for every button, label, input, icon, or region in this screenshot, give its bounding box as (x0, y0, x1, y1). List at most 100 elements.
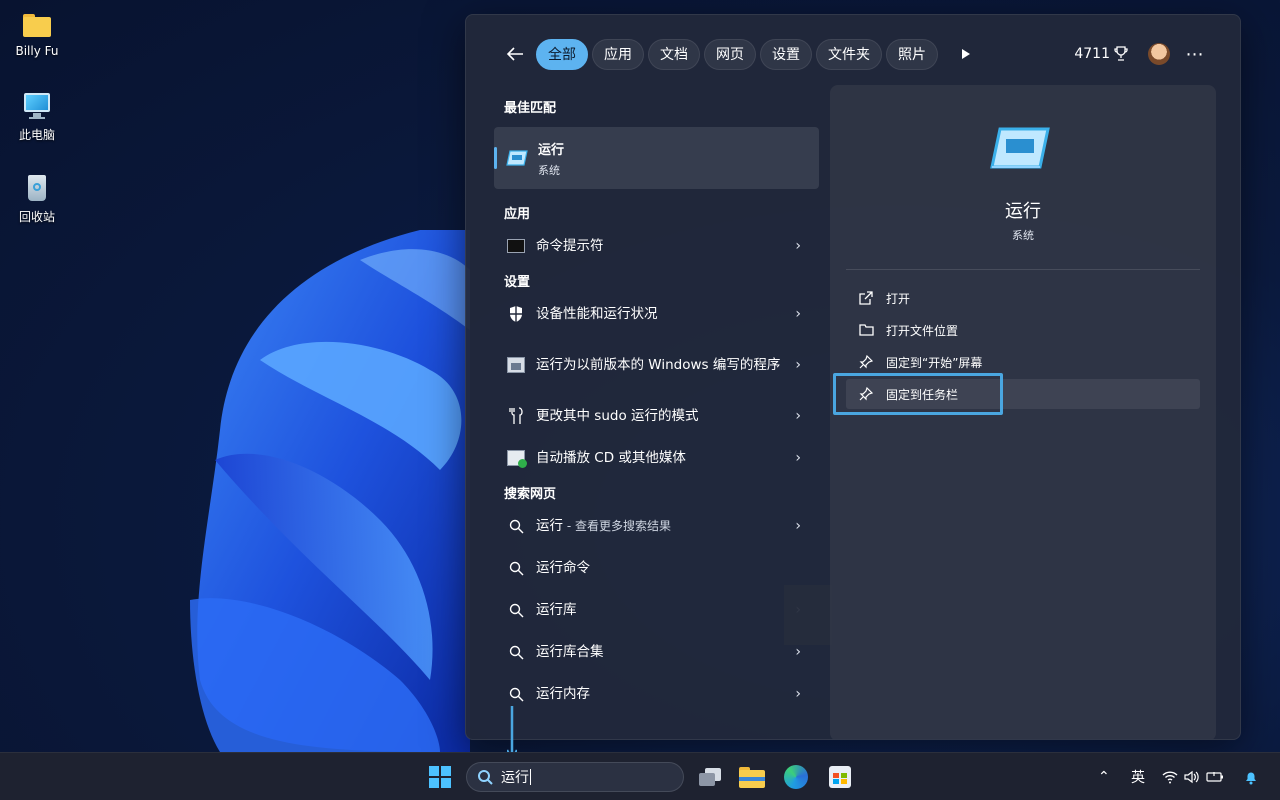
chevron-right-icon[interactable]: › (795, 306, 801, 322)
render-artifact (784, 585, 832, 645)
chevron-right-icon[interactable]: › (795, 644, 801, 660)
section-header-web: 搜索网页 (504, 486, 557, 502)
filter-chip-documents[interactable]: 文档 (648, 38, 700, 70)
settings-result-sudo[interactable]: 更改其中 sudo 运行的模式 › (494, 395, 819, 437)
desktop-icon-recycle-bin[interactable]: 回收站 (6, 172, 68, 225)
result-label: 运行库 (536, 602, 577, 618)
filter-chip-photos[interactable]: 照片 (886, 38, 938, 70)
web-result-1[interactable]: 运行命令 (494, 547, 819, 589)
search-icon (506, 558, 526, 578)
bell-icon (1246, 772, 1256, 785)
chevron-right-icon[interactable]: › (795, 518, 801, 534)
more-dots-icon: ⋯ (1185, 43, 1205, 65)
notifications-button[interactable] (1243, 753, 1259, 800)
search-icon (478, 770, 493, 785)
back-button[interactable] (502, 41, 528, 67)
results-list: 最佳匹配 运行 系统 应用 命令提示符 › 设置 设备性能和运行状况 › 运行为… (494, 93, 820, 715)
web-query: 运行 (536, 518, 563, 534)
section-header-settings: 设置 (504, 274, 531, 290)
annotation-highlight-box (833, 373, 1003, 415)
desktop-icon-user-folder[interactable]: Billy Fu (6, 8, 68, 58)
pin-icon (858, 354, 874, 370)
start-search-panel: 全部 应用 文档 网页 设置 文件夹 照片 4711 ⋯ 最佳匹配 运行 系统 … (465, 14, 1241, 740)
open-external-icon (858, 290, 874, 306)
more-filters-button[interactable] (956, 44, 976, 64)
search-icon (506, 684, 526, 704)
taskbar: 运行 ⌃ 英 (0, 752, 1280, 800)
result-label: 运行内存 (536, 686, 590, 702)
best-match-title: 运行 (538, 142, 565, 158)
app-result-command-prompt[interactable]: 命令提示符 › (494, 225, 819, 267)
result-label: 更改其中 sudo 运行的模式 (536, 408, 699, 424)
filter-bar: 全部 应用 文档 网页 设置 文件夹 照片 4711 ⋯ (466, 15, 1240, 93)
action-label: 打开 (886, 291, 911, 306)
settings-result-device-health[interactable]: 设备性能和运行状况 › (494, 293, 819, 335)
windows-logo-icon (429, 766, 451, 788)
search-icon (506, 516, 526, 536)
web-result-4[interactable]: 运行内存 › (494, 673, 819, 715)
search-icon (506, 600, 526, 620)
web-result-0[interactable]: 运行 - 查看更多搜索结果 › (494, 505, 819, 547)
web-result-3[interactable]: 运行库合集 › (494, 631, 819, 673)
store-button[interactable] (826, 763, 854, 791)
play-icon (962, 49, 970, 59)
settings-result-compatibility[interactable]: 运行为以前版本的 Windows 编写的程序 › (494, 335, 819, 395)
preview-subtitle: 系统 (1012, 229, 1034, 242)
tray-overflow-button[interactable]: ⌃ (1098, 753, 1110, 800)
filter-chip-all[interactable]: 全部 (536, 38, 588, 70)
tools-icon (506, 406, 526, 426)
run-app-icon (506, 150, 528, 166)
preview-pane: 运行 系统 打开 打开文件位置 固定到“开始”屏幕 固定到任务栏 (830, 85, 1216, 739)
preview-title: 运行 (1005, 201, 1041, 222)
chevron-up-icon: ⌃ (1098, 769, 1110, 785)
battery-icon (1206, 772, 1223, 782)
filter-chip-apps[interactable]: 应用 (592, 38, 644, 70)
action-open-file-location[interactable]: 打开文件位置 (846, 315, 1200, 345)
result-label: 运行为以前版本的 Windows 编写的程序 (536, 357, 781, 373)
chevron-right-icon[interactable]: › (795, 357, 801, 373)
result-label: 运行 - 查看更多搜索结果 (536, 516, 819, 536)
desktop-icon-label: 回收站 (18, 210, 55, 224)
action-open[interactable]: 打开 (846, 283, 1200, 313)
edge-icon (784, 765, 808, 789)
result-label: 设备性能和运行状况 (536, 306, 658, 322)
quick-settings-button[interactable] (1162, 753, 1224, 800)
desktop-icon-this-pc[interactable]: 此电脑 (6, 90, 68, 143)
chevron-right-icon[interactable]: › (795, 408, 801, 424)
result-label: 运行库合集 (536, 644, 604, 660)
ime-label: 英 (1131, 770, 1145, 786)
more-options-button[interactable]: ⋯ (1184, 43, 1206, 65)
filter-chip-web[interactable]: 网页 (704, 38, 756, 70)
action-label: 固定到“开始”屏幕 (886, 355, 983, 370)
best-match-subtitle: 系统 (538, 163, 560, 177)
desktop-icon-label: Billy Fu (15, 44, 59, 58)
search-input-value: 运行 (501, 770, 529, 786)
best-match-item[interactable]: 运行 系统 (494, 127, 819, 189)
divider (846, 269, 1200, 270)
web-result-2[interactable]: 运行库 › (494, 589, 819, 631)
taskbar-search-input[interactable]: 运行 (466, 762, 684, 792)
recycle-bin-icon (21, 172, 53, 204)
action-label: 打开文件位置 (886, 323, 959, 338)
file-explorer-button[interactable] (738, 763, 766, 791)
points-value: 4711 (1074, 46, 1110, 62)
settings-result-autoplay[interactable]: 自动播放 CD 或其他媒体 › (494, 437, 819, 479)
chevron-right-icon[interactable]: › (795, 686, 801, 702)
desktop-icon-label: 此电脑 (18, 128, 55, 142)
edge-browser-button[interactable] (782, 763, 810, 791)
input-method-indicator[interactable]: 英 (1131, 753, 1145, 800)
filter-chip-folders[interactable]: 文件夹 (816, 38, 882, 70)
folder-icon (21, 8, 53, 40)
folder-icon (739, 766, 765, 788)
rewards-points[interactable]: 4711 (1074, 46, 1128, 62)
user-avatar[interactable] (1148, 43, 1170, 65)
filter-chip-settings[interactable]: 设置 (760, 38, 812, 70)
task-view-button[interactable] (696, 763, 724, 791)
task-view-icon (699, 768, 721, 786)
start-button[interactable] (426, 763, 454, 791)
section-header-apps: 应用 (504, 206, 531, 222)
chevron-right-icon[interactable]: › (795, 450, 801, 466)
monitor-icon (21, 90, 53, 122)
folder-icon (858, 322, 874, 338)
chevron-right-icon[interactable]: › (795, 238, 801, 254)
